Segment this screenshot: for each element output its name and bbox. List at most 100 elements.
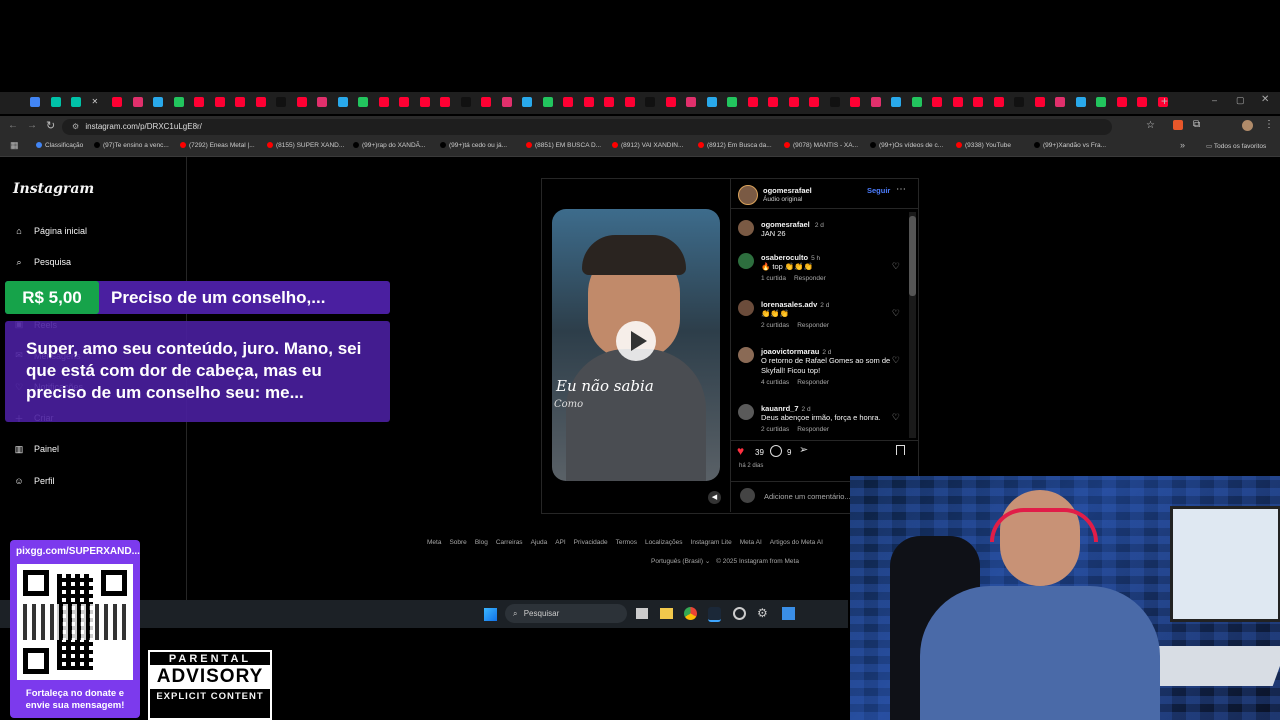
browser-tab[interactable] [706, 97, 717, 107]
browser-tab[interactable] [1096, 97, 1106, 107]
browser-tab[interactable] [501, 97, 512, 107]
bookmark-item[interactable]: (9078) MANTIS - XA... [784, 142, 858, 149]
browser-tab[interactable] [296, 97, 307, 107]
file-explorer-icon[interactable] [660, 608, 673, 619]
reply-button[interactable]: Responder [797, 322, 829, 329]
commenter-avatar[interactable] [738, 253, 754, 269]
browser-tab[interactable] [1055, 97, 1065, 107]
language-select[interactable]: Português (Brasil) [651, 558, 703, 565]
windows-start-icon[interactable] [484, 608, 497, 621]
browser-tab[interactable] [460, 97, 471, 107]
browser-tab[interactable] [1075, 97, 1086, 107]
nav-item-profile[interactable]: ☺ Perfil [12, 474, 54, 488]
browser-tab[interactable] [911, 97, 922, 107]
apps-grid-icon[interactable]: ▦ [10, 140, 19, 151]
footer-link[interactable]: Blog [475, 539, 488, 546]
footer-link[interactable]: API [555, 539, 565, 546]
browser-tab[interactable] [50, 97, 61, 107]
comments-scrollbar[interactable] [909, 212, 916, 438]
mute-icon[interactable]: ◀ [708, 491, 721, 504]
like-heart-icon[interactable]: ♥ [737, 444, 744, 458]
bookmark-item[interactable]: (99+)rap do XANDÃ... [353, 142, 425, 149]
commenter-avatar[interactable] [738, 300, 754, 316]
comment-like-heart-icon[interactable]: ♡ [892, 355, 900, 366]
browser-tab[interactable] [30, 97, 40, 107]
browser-tab[interactable] [993, 97, 1004, 107]
photos-icon[interactable] [782, 607, 795, 620]
settings-gear-icon[interactable]: ⚙ [757, 607, 770, 620]
url-input[interactable]: ⚙ instagram.com/p/DRXC1uLgE8r/ [62, 119, 1112, 135]
share-icon[interactable]: ➢ [799, 443, 808, 456]
nav-item-dashboard[interactable]: ▥ Painel [12, 442, 59, 456]
browser-tab[interactable] [829, 97, 840, 107]
browser-tab[interactable] [563, 97, 573, 107]
footer-link[interactable]: Meta [427, 539, 441, 546]
comment-like-heart-icon[interactable]: ♡ [892, 412, 900, 423]
bookmark-item[interactable]: (7292) Eneas Metal |... [180, 142, 255, 149]
bookmark-item[interactable]: (8851) EM BUSCA D... [526, 142, 601, 149]
commenter-avatar[interactable] [738, 347, 754, 363]
close-window-button[interactable]: ✕ [1261, 94, 1269, 105]
browser-tab[interactable] [665, 97, 676, 107]
footer-link[interactable]: Sobre [449, 539, 466, 546]
browser-tab[interactable] [768, 97, 778, 107]
more-options-icon[interactable]: ⋯ [896, 184, 906, 195]
browser-tab[interactable] [399, 97, 409, 107]
audio-label[interactable]: Áudio original [763, 196, 802, 203]
browser-tab[interactable] [788, 97, 799, 107]
browser-tab[interactable] [481, 97, 491, 107]
comment-likes[interactable]: 2 curtidas [761, 426, 789, 433]
browser-tab[interactable] [809, 97, 819, 107]
nav-item-home[interactable]: ⌂ Página inicial [12, 224, 87, 238]
browser-tab[interactable] [624, 97, 635, 107]
browser-tab[interactable] [1034, 97, 1045, 107]
browser-tab[interactable] [255, 97, 266, 107]
browser-tab[interactable] [870, 97, 881, 107]
browser-tab[interactable] [1137, 97, 1147, 107]
browser-tab[interactable] [337, 97, 348, 107]
browser-tab[interactable] [71, 97, 81, 107]
browser-tab[interactable] [153, 97, 163, 107]
browser-tab[interactable] [276, 97, 286, 107]
footer-link[interactable]: Termos [616, 539, 637, 546]
taskbar-search[interactable]: ⌕ Pesquisar [505, 604, 627, 623]
browser-tab[interactable] [440, 97, 450, 107]
browser-tab[interactable] [932, 97, 942, 107]
browser-tab[interactable] [214, 97, 225, 107]
nav-item-search[interactable]: ⌕ Pesquisa [12, 255, 71, 269]
bookmark-item[interactable]: (99+)Xandão vs Fra... [1034, 142, 1106, 149]
commenter-username[interactable]: kauanrd_7 [761, 404, 799, 413]
scrollbar-thumb[interactable] [909, 216, 916, 296]
bookmark-item[interactable]: (99+)tá cedo ou já... [440, 142, 507, 149]
caption-username[interactable]: ogomesrafael [761, 220, 810, 229]
task-view-icon[interactable] [636, 608, 648, 619]
reply-button[interactable]: Responder [797, 379, 829, 386]
browser-tab[interactable] [604, 97, 614, 107]
browser-tab[interactable] [686, 97, 696, 107]
instagram-logo[interactable]: Instagram [13, 181, 94, 197]
bookmark-item[interactable]: (9338) YouTube [956, 142, 1011, 149]
bookmark-star-icon[interactable]: ☆ [1146, 120, 1155, 131]
browser-tab[interactable] [850, 97, 860, 107]
add-comment-input[interactable]: Adicione um comentário... [764, 492, 851, 501]
new-tab-button[interactable]: + [1161, 94, 1168, 108]
footer-link[interactable]: Privacidade [574, 539, 608, 546]
author-avatar[interactable] [738, 185, 758, 205]
browser-tab[interactable] [1014, 97, 1024, 107]
footer-link[interactable]: Ajuda [531, 539, 548, 546]
reel-video[interactable]: Eu não sabia Como [552, 209, 720, 481]
extension-icon[interactable] [1173, 120, 1183, 130]
browser-tab[interactable] [891, 97, 901, 107]
menu-kebab-icon[interactable]: ⋮ [1264, 119, 1274, 130]
bookmark-item[interactable]: (8912) Em Busca da... [698, 142, 772, 149]
bookmark-item[interactable]: Classificação [36, 142, 83, 149]
comment-like-heart-icon[interactable]: ♡ [892, 261, 900, 272]
browser-tab[interactable] [727, 97, 737, 107]
browser-tab[interactable] [112, 97, 122, 107]
bookmark-item[interactable]: (8912) VAI XANDIN... [612, 142, 683, 149]
bookmark-item[interactable]: (97)Te ensino a venc... [94, 142, 169, 149]
reply-button[interactable]: Responder [797, 426, 829, 433]
comment-icon[interactable] [770, 445, 782, 457]
browser-tab[interactable] [1116, 97, 1127, 107]
profile-avatar[interactable] [1242, 120, 1253, 131]
